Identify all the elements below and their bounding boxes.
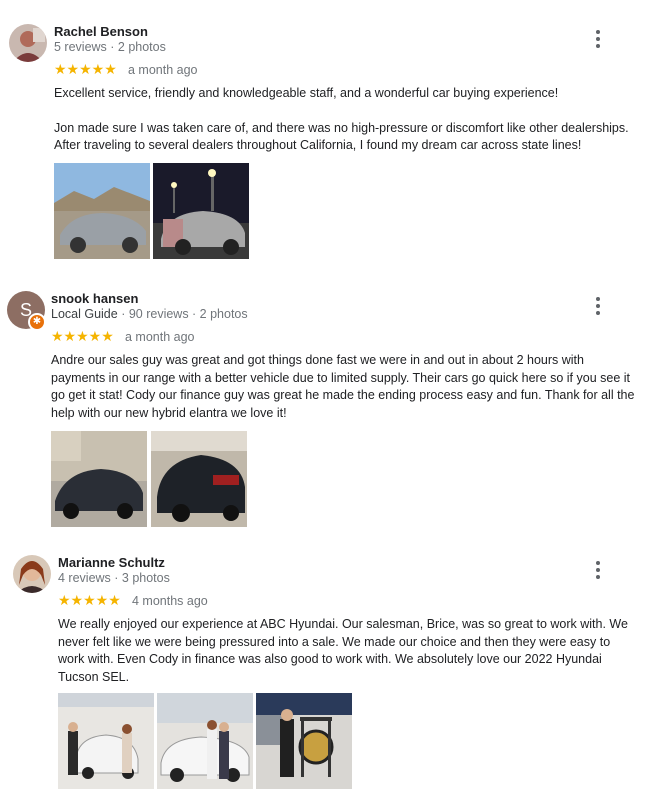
review-card: Marianne Schultz 4 reviews · 3 photos ★★… bbox=[0, 535, 650, 801]
review-photo[interactable] bbox=[157, 693, 253, 789]
review-time: a month ago bbox=[128, 63, 198, 77]
reviewer-meta: 5 reviews · 2 photos bbox=[54, 40, 166, 54]
more-vert-icon[interactable] bbox=[586, 27, 610, 51]
review-paragraph: Andre our sales guy was great and got th… bbox=[51, 353, 635, 420]
review-text: We really enjoyed our experience at ABC … bbox=[58, 616, 633, 686]
review-photo[interactable] bbox=[54, 163, 150, 259]
star-rating: ★★★★★ bbox=[58, 592, 121, 608]
star-rating: ★★★★★ bbox=[54, 61, 117, 77]
review-paragraph: Jon made sure I was taken care of, and t… bbox=[54, 120, 629, 153]
review-time: a month ago bbox=[125, 330, 195, 344]
review-photo[interactable] bbox=[153, 163, 249, 259]
more-vert-icon[interactable] bbox=[586, 294, 610, 318]
local-guide-star-icon: ✱ bbox=[28, 313, 46, 331]
reviewer-meta: Local Guide · 90 reviews · 2 photos bbox=[51, 307, 248, 321]
reviewer-name[interactable]: Marianne Schultz bbox=[58, 555, 165, 570]
review-text: Andre our sales guy was great and got th… bbox=[51, 352, 636, 422]
reviewer-stats: · 90 reviews · 2 photos bbox=[117, 307, 248, 321]
review-photo[interactable] bbox=[58, 693, 154, 789]
review-paragraph: We really enjoyed our experience at ABC … bbox=[58, 617, 628, 684]
review-photo[interactable] bbox=[51, 431, 147, 527]
review-card: S ✱ snook hansen Local Guide · 90 review… bbox=[0, 265, 650, 535]
local-guide-label: Local Guide bbox=[51, 307, 118, 321]
review-photo[interactable] bbox=[151, 431, 247, 527]
reviewer-meta: 4 reviews · 3 photos bbox=[58, 571, 170, 585]
review-text: Excellent service, friendly and knowledg… bbox=[54, 85, 634, 155]
review-photo[interactable] bbox=[256, 693, 352, 789]
star-rating: ★★★★★ bbox=[51, 328, 114, 344]
review-card: Rachel Benson 5 reviews · 2 photos ★★★★★… bbox=[0, 0, 650, 265]
reviewer-name[interactable]: snook hansen bbox=[51, 291, 138, 306]
avatar[interactable] bbox=[9, 24, 47, 62]
avatar[interactable] bbox=[13, 555, 51, 593]
more-vert-icon[interactable] bbox=[586, 558, 610, 582]
reviewer-name[interactable]: Rachel Benson bbox=[54, 24, 148, 39]
review-time: 4 months ago bbox=[132, 594, 208, 608]
review-paragraph: Excellent service, friendly and knowledg… bbox=[54, 86, 559, 100]
